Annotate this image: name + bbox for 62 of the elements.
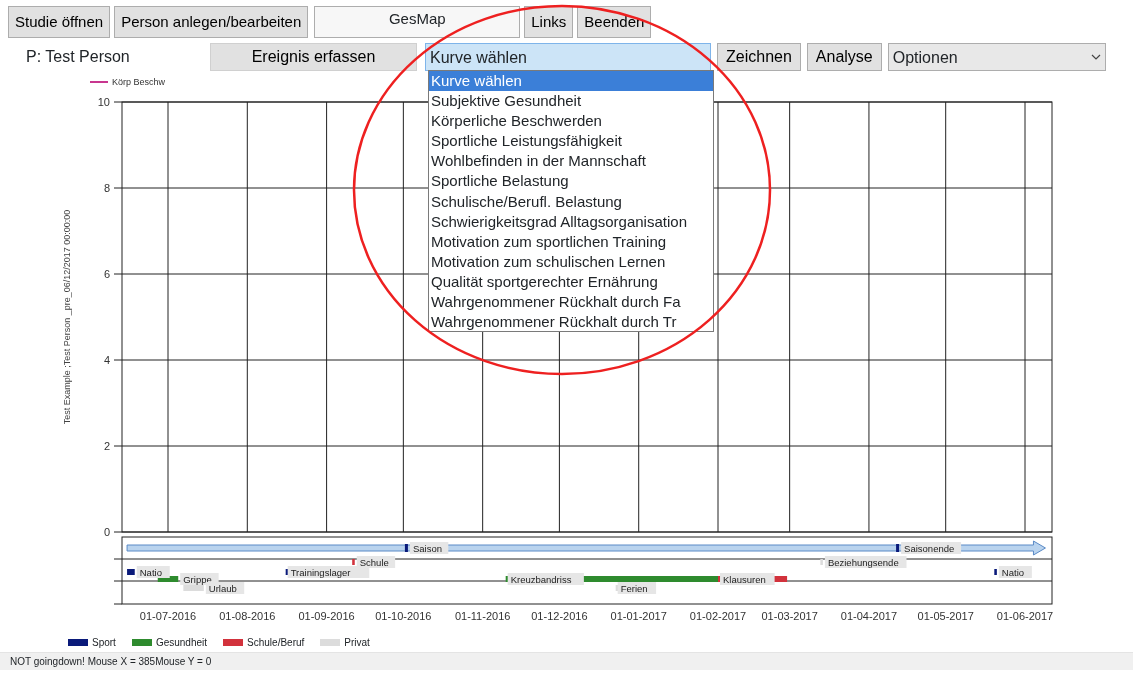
axis-tick-label: 01-05-2017 — [917, 610, 974, 622]
legend-label: Privat — [344, 636, 370, 648]
axis-tick-label: 01-02-2017 — [689, 610, 747, 622]
axis-tick-label: 01-03-2017 — [761, 610, 818, 622]
event-label: Kreuzbandriss — [507, 573, 584, 585]
event-label: Grippe — [180, 573, 219, 585]
dropdown-option[interactable]: Wahrgenommener Rückhalt durch Fa — [429, 292, 713, 313]
axis-tick-label: 10 — [97, 96, 110, 108]
axis-tick-label: 8 — [103, 182, 110, 194]
dropdown-option[interactable]: Sportliche Leistungsfähigkeit — [429, 131, 713, 152]
dropdown-option[interactable]: Motivation zum sportlichen Training — [429, 231, 713, 252]
dropdown-option[interactable]: Schulische/Berufl. Belastung — [429, 191, 713, 212]
person-label: P: Test Person — [25, 47, 131, 67]
axis-tick-label: 01-09-2016 — [298, 610, 355, 622]
dropdown-option[interactable]: Wohlbefinden in der Mannschaft — [429, 151, 713, 172]
axis-tick-label: 01-01-2017 — [610, 610, 667, 622]
axis-tick-label: 01-08-2016 — [219, 610, 276, 622]
axis-tick-label: 4 — [103, 354, 110, 366]
toolbar-button[interactable]: Beenden — [577, 6, 652, 38]
title-field: GesMap — [314, 6, 521, 38]
chevron-icon — [1090, 53, 1101, 62]
event-label: Natio — [136, 566, 170, 578]
dropdown-option[interactable]: Qualität sportgerechter Ernährung — [429, 271, 713, 293]
event-label: Klausuren — [720, 573, 775, 585]
legend-label: Körp Beschw — [112, 77, 166, 87]
toolbar-button[interactable]: Links — [524, 6, 574, 38]
toolbar-button[interactable]: Studie öffnen — [8, 6, 111, 38]
dropdown-option[interactable]: Motivation zum schulischen Lernen — [429, 251, 713, 272]
action-button[interactable]: Analyse — [806, 43, 882, 71]
curve-dropdown[interactable]: Kurve wählen — [425, 43, 711, 71]
y-axis-title: Test Example ;Test Person _pre_06/12/2017 00:00:00 — [62, 209, 72, 425]
legend-label: Schule/Beruf — [247, 636, 305, 648]
axis-tick-label: 01-04-2017 — [840, 610, 898, 622]
axis-tick-label: 01-07-2016 — [139, 610, 197, 622]
options-dropdown[interactable]: Optionen — [887, 43, 1106, 71]
dropdown-option[interactable]: Kurve wählen — [429, 71, 713, 92]
event-label: Saisonende — [901, 542, 962, 554]
axis-tick-label: 6 — [103, 268, 110, 280]
dropdown-option[interactable]: Schwierigkeitsgrad Alltagsorganisation — [429, 211, 713, 232]
event-label: Trainingslager — [287, 566, 370, 578]
event-label: Saison — [409, 542, 449, 554]
event-label: Natio — [998, 566, 1032, 578]
dropdown-option[interactable]: Körperliche Beschwerden — [429, 111, 713, 132]
axis-tick-label: 01-06-2017 — [996, 610, 1054, 622]
dropdown-option[interactable]: Sportliche Belastung — [429, 171, 713, 192]
axis-tick-label: 01-11-2016 — [454, 610, 511, 622]
dropdown-option[interactable]: Subjektive Gesundheit — [429, 91, 713, 112]
axis-tick-label: 01-12-2016 — [531, 610, 588, 622]
axis-tick-label: 2 — [103, 440, 110, 452]
event-label: Beziehungsende — [824, 556, 907, 568]
axis-tick-label: 0 — [103, 526, 110, 538]
action-button[interactable]: Zeichnen — [717, 43, 801, 71]
legend-label: Gesundheit — [155, 636, 208, 648]
event-label: Schule — [356, 556, 396, 568]
status-text: NOT goingdown! Mouse X = 385Mouse Y = 0 — [10, 656, 212, 667]
event-label: Ferien — [617, 582, 657, 594]
event-label: Urlaub — [205, 582, 245, 594]
legend-label: Sport — [92, 636, 116, 648]
dropdown-option[interactable]: Wahrgenommener Rückhalt durch Tr — [429, 312, 713, 331]
axis-tick-label: 01-10-2016 — [375, 610, 432, 622]
event-button[interactable]: Ereignis erfassen — [210, 43, 417, 71]
toolbar-button[interactable]: Person anlegen/bearbeiten — [114, 6, 309, 38]
